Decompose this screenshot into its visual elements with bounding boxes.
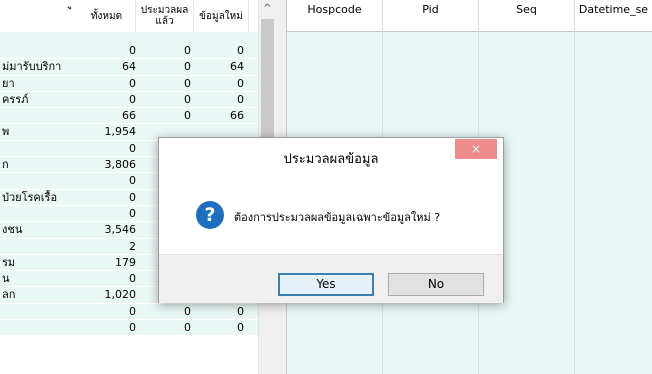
- dialog-message: ต้องการประมวลผลข้อมูลเฉพาะข้อมูลใหม่ ?: [234, 211, 441, 224]
- row-label: ม่มารับบริกา: [2, 60, 62, 74]
- row-label: รม: [2, 255, 16, 269]
- yes-button[interactable]: Yes: [278, 273, 374, 296]
- detail-grid-header: Hospcode Pid Seq Datetime_se: [287, 0, 652, 32]
- cell-processed: 0: [184, 76, 191, 90]
- dialog-title: ประมวลผลข้อมูล: [283, 152, 379, 167]
- cell-new: 0: [237, 92, 244, 106]
- cell-total: 1,954: [104, 125, 137, 139]
- row-label: ครรภ์: [2, 92, 29, 106]
- table-row[interactable]: 66 0 66: [0, 108, 258, 125]
- row-label: ก: [2, 158, 9, 172]
- cell-total: 1,020: [104, 288, 137, 302]
- process-dialog: ประมวลผลข้อมูล × ? ต้องการประมวลผลข้อมูล…: [158, 137, 504, 303]
- col-header-pid[interactable]: Pid: [383, 0, 479, 31]
- row-label: งชน: [2, 223, 23, 237]
- close-icon[interactable]: ×: [455, 139, 497, 159]
- column-divider: [574, 31, 575, 374]
- cell-total: 0: [129, 272, 136, 286]
- table-row[interactable]: 0 0 0: [0, 320, 258, 337]
- no-button[interactable]: No: [388, 273, 484, 296]
- row-label: [2, 206, 78, 222]
- cell-new: 66: [230, 109, 244, 123]
- table-row[interactable]: ยา 0 0 0: [0, 75, 258, 92]
- cell-processed: 0: [184, 60, 191, 74]
- col-header-processed[interactable]: ประมวลผล แล้ว: [136, 0, 194, 32]
- row-label: [2, 173, 78, 189]
- row-label: ลก: [2, 288, 16, 302]
- cell-new: 0: [237, 76, 244, 90]
- col-header-hospcode[interactable]: Hospcode: [287, 0, 383, 31]
- col-header-new[interactable]: ข้อมูลใหม่: [194, 0, 249, 32]
- cell-total: 179: [115, 255, 136, 269]
- col-header-datetime[interactable]: Datetime_se: [575, 0, 652, 31]
- cell-total: 66: [122, 109, 136, 123]
- cell-processed: 0: [184, 304, 191, 318]
- row-label: [2, 304, 78, 320]
- row-label: [2, 141, 78, 157]
- row-label: [2, 108, 78, 124]
- cell-new: 0: [237, 44, 244, 57]
- question-icon: ?: [196, 201, 224, 229]
- summary-grid-header: ู ทั้งหมด ประมวลผล แล้ว ข้อมูลใหม่: [0, 0, 258, 33]
- table-row[interactable]: ม่มารับบริกา 64 0 64: [0, 59, 258, 76]
- cell-total: 3,546: [104, 223, 137, 237]
- row-label: ยา: [2, 76, 15, 90]
- cell-total: 0: [129, 141, 136, 155]
- cell-total: 0: [129, 190, 136, 204]
- cell-total: 0: [129, 76, 136, 90]
- row-label: [2, 320, 78, 336]
- cell-processed: 0: [184, 92, 191, 106]
- dialog-footer: Yes No: [159, 254, 503, 303]
- cell-total: 0: [129, 44, 136, 57]
- table-row[interactable]: 0 0 0: [0, 303, 258, 321]
- dialog-titlebar[interactable]: ประมวลผลข้อมูล ×: [159, 138, 503, 172]
- cell-total: 3,806: [104, 158, 137, 172]
- cell-new: 0: [237, 321, 244, 335]
- col-header-total[interactable]: ทั้งหมด: [78, 0, 136, 32]
- cell-total: 0: [129, 174, 136, 188]
- cell-total: 0: [129, 304, 136, 318]
- row-label: [2, 239, 78, 255]
- cell-processed: 0: [184, 109, 191, 123]
- cell-processed: 0: [184, 321, 191, 335]
- cell-processed: 0: [184, 44, 191, 57]
- row-label: พ: [2, 125, 10, 139]
- row-label: น: [2, 272, 10, 286]
- cell-total: 0: [129, 92, 136, 106]
- cell-new: 0: [237, 304, 244, 318]
- table-row[interactable]: 0 0 0: [0, 43, 258, 60]
- cell-total: 64: [122, 60, 136, 74]
- table-row[interactable]: ครรภ์ 0 0 0: [0, 91, 258, 109]
- dialog-body: ? ต้องการประมวลผลข้อมูลเฉพาะข้อมูลใหม่ ?: [159, 172, 503, 254]
- cell-new: 64: [230, 60, 244, 74]
- cell-total: 2: [129, 239, 136, 253]
- scroll-up-icon[interactable]: ^: [259, 0, 276, 17]
- col-header-seq[interactable]: Seq: [479, 0, 575, 31]
- row-strip: [0, 32, 258, 43]
- cell-total: 0: [129, 321, 136, 335]
- row-label: ป่วยโรคเรื้อ: [2, 190, 58, 204]
- row-label: [2, 43, 78, 59]
- cell-total: 0: [129, 206, 136, 220]
